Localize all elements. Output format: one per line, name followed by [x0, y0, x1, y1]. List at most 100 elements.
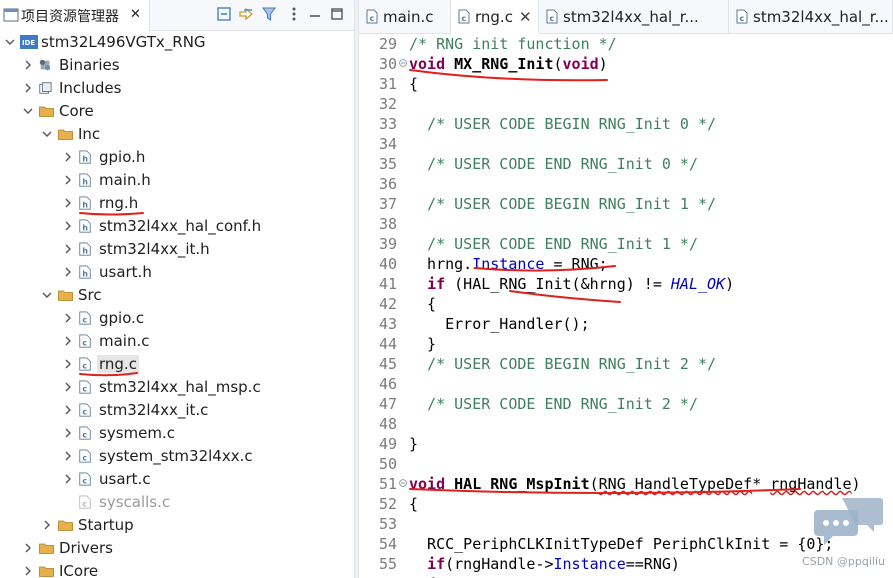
editor-tab-bar: c main.c c rng.c ✕ c stm32l4xx_hal_r... c stm32l… — [359, 0, 893, 34]
chevron-right-icon[interactable] — [22, 542, 34, 554]
tree-item-label: Includes — [59, 79, 122, 97]
tree-item-startup[interactable]: Startup — [0, 514, 354, 537]
code-line: 39 /* USER CODE END RNG_Init 1 */ — [359, 234, 893, 254]
svg-text:c: c — [82, 476, 87, 485]
tree-item-icore[interactable]: ICore — [0, 560, 354, 578]
tree-item-includes[interactable]: Includes — [0, 77, 354, 100]
project-explorer: 项目资源管理器 ✕ IDE stm32L496VGTx_RNG Binaries… — [0, 0, 354, 578]
chevron-right-icon[interactable] — [62, 312, 74, 324]
code-line: 31 { — [359, 74, 893, 94]
chevron-down-icon[interactable] — [41, 289, 53, 301]
tree-item-syscalls-c[interactable]: c syscalls.c — [0, 491, 354, 514]
tree-item-binaries[interactable]: Binaries — [0, 54, 354, 77]
code-token: } — [409, 335, 437, 353]
maximize-icon[interactable] — [329, 6, 345, 22]
tree-item-label: Core — [59, 102, 94, 120]
code-token: void — [409, 475, 446, 493]
tree-item-main-h[interactable]: h main.h — [0, 169, 354, 192]
chevron-right-icon[interactable] — [22, 565, 34, 577]
code-token: } — [409, 435, 419, 453]
editor-tab-3[interactable]: c stm32l4xx_hal_r... — [539, 0, 729, 33]
tree-item-core[interactable]: Core — [0, 100, 354, 123]
tree-item-src[interactable]: Src — [0, 284, 354, 307]
tree-item-stm32l4xx-it-c[interactable]: c stm32l4xx_it.c — [0, 399, 354, 422]
code-token: ( — [553, 55, 563, 73]
tree-item-gpio-c[interactable]: c gpio.c — [0, 307, 354, 330]
svg-text:c: c — [82, 361, 87, 370]
chevron-right-icon[interactable] — [62, 473, 74, 485]
tree-item-gpio-h[interactable]: h gpio.h — [0, 146, 354, 169]
collapse-all-icon[interactable] — [216, 6, 232, 22]
tree-item-usart-c[interactable]: c usart.c — [0, 468, 354, 491]
tree-item-label: stm32l4xx_it.c — [99, 401, 209, 419]
chevron-right-icon[interactable] — [62, 151, 74, 163]
h-file-icon: h — [79, 173, 91, 187]
chevron-down-icon[interactable] — [22, 105, 34, 117]
close-icon[interactable]: ✕ — [519, 8, 532, 26]
chevron-right-icon[interactable] — [41, 519, 53, 531]
tree-item-system-stm32l4xx-c[interactable]: c system_stm32l4xx.c — [0, 445, 354, 468]
tree-item-label: usart.c — [99, 470, 151, 488]
folder-icon — [58, 290, 73, 301]
chevron-right-icon[interactable] — [62, 174, 74, 186]
tree-item-stm32l4xx-hal-conf-h[interactable]: h stm32l4xx_hal_conf.h — [0, 215, 354, 238]
code-line: 37 /* USER CODE BEGIN RNG_Init 1 */ — [359, 194, 893, 214]
folder-icon — [39, 106, 54, 117]
tree-item-drivers[interactable]: Drivers — [0, 537, 354, 560]
fold-toggle-icon[interactable] — [399, 59, 407, 67]
chevron-right-icon[interactable] — [62, 220, 74, 232]
link-editor-icon[interactable] — [238, 6, 254, 22]
code-line: 47 /* USER CODE END RNG_Init 2 */ — [359, 394, 893, 414]
tree-item-rng-h[interactable]: h rng.h — [0, 192, 354, 215]
editor-tab-2[interactable]: c rng.c ✕ — [451, 0, 539, 34]
chevron-right-icon[interactable] — [62, 243, 74, 255]
chevron-down-icon[interactable] — [41, 128, 53, 140]
chevron-down-icon[interactable] — [4, 36, 16, 48]
tree-item-label: system_stm32l4xx.c — [99, 447, 253, 465]
code-line: 51 void HAL_RNG_MspInit(RNG_HandleTypeDef… — [359, 474, 893, 494]
chevron-right-icon[interactable] — [22, 59, 34, 71]
svg-text:c: c — [82, 499, 87, 508]
chevron-right-icon[interactable] — [62, 335, 74, 347]
line-number: 39 — [378, 235, 397, 253]
chevron-right-icon[interactable] — [62, 427, 74, 439]
chevron-right-icon[interactable] — [62, 404, 74, 416]
code-token: = RNG; — [544, 255, 608, 273]
minimize-icon[interactable] — [307, 6, 323, 22]
view-menu-icon[interactable] — [286, 6, 302, 22]
tree-item-stm32l4xx-it-h[interactable]: h stm32l4xx_it.h — [0, 238, 354, 261]
code-text: hrng.Instance = RNG; — [409, 254, 608, 274]
editor-tab-4[interactable]: c stm32l4xx_hal_r... — [729, 0, 893, 33]
svg-text:c: c — [82, 407, 87, 416]
tree-item-main-c[interactable]: c main.c — [0, 330, 354, 353]
code-text: if (HAL_RNG_Init(&hrng) != HAL_OK) — [409, 274, 734, 294]
code-token: (HAL_RNG_Init(&hrng) != — [445, 275, 671, 293]
tree-item-stm32l4xx-hal-msp-c[interactable]: c stm32l4xx_hal_msp.c — [0, 376, 354, 399]
tree-item-inc[interactable]: Inc — [0, 123, 354, 146]
chevron-right-icon[interactable] — [62, 450, 74, 462]
editor-tab-1[interactable]: c main.c — [359, 0, 451, 33]
tree-item-label: usart.h — [99, 263, 152, 281]
explorer-tab[interactable]: 项目资源管理器 ✕ — [0, 0, 150, 31]
chevron-right-icon[interactable] — [62, 381, 74, 393]
filter-icon[interactable] — [261, 6, 277, 22]
chevron-right-icon[interactable] — [62, 266, 74, 278]
line-number: 35 — [378, 155, 397, 173]
chevron-right-icon[interactable] — [62, 358, 74, 370]
code-text: { — [409, 74, 418, 94]
chat-bubble-icon[interactable] — [812, 494, 884, 548]
c-file-icon: c — [79, 472, 91, 486]
tree-item-label: gpio.h — [99, 148, 146, 166]
binaries-icon — [39, 59, 51, 71]
fold-toggle-icon[interactable] — [399, 479, 407, 487]
code-text: /* USER CODE END RNG_Init 2 */ — [409, 394, 698, 414]
close-icon[interactable]: ✕ — [130, 7, 141, 22]
code-token: /* RNG init function */ — [409, 35, 617, 53]
tree-item-rng-c[interactable]: c rng.c — [0, 353, 354, 376]
chevron-right-icon[interactable] — [22, 82, 34, 94]
tree-item-stm32l496vgtx-rng[interactable]: IDE stm32L496VGTx_RNG — [0, 31, 354, 54]
tree-item-sysmem-c[interactable]: c sysmem.c — [0, 422, 354, 445]
chevron-right-icon[interactable] — [62, 197, 74, 209]
tree-item-usart-h[interactable]: h usart.h — [0, 261, 354, 284]
